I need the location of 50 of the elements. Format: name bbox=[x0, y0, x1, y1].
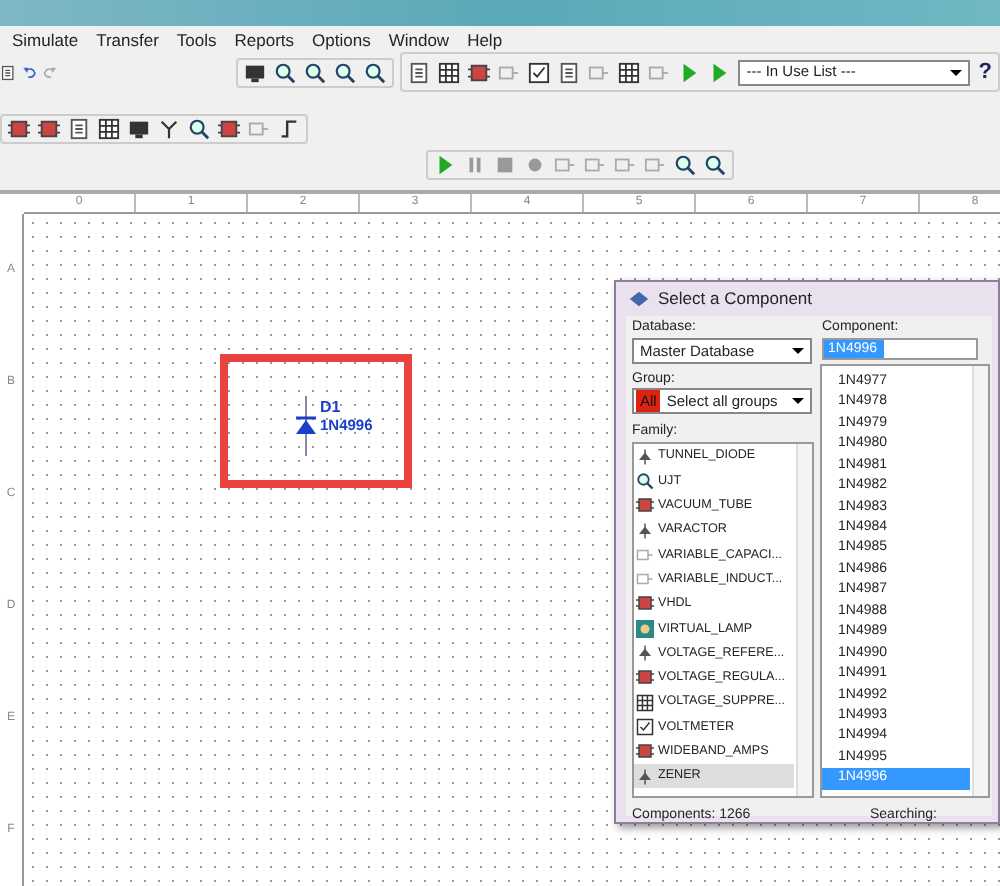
menu-item[interactable]: Tools bbox=[176, 27, 217, 53]
component-icon bbox=[628, 288, 650, 310]
arrow-icon[interactable] bbox=[678, 61, 701, 83]
antenna-icon[interactable] bbox=[158, 117, 180, 139]
grid-icon[interactable] bbox=[98, 117, 120, 139]
monitor-icon[interactable] bbox=[244, 61, 267, 83]
monitor-icon[interactable] bbox=[128, 117, 150, 139]
chip-icon bbox=[636, 742, 654, 761]
diode-icon bbox=[636, 521, 654, 540]
help-button[interactable]: ? bbox=[978, 55, 992, 89]
doc-icon[interactable] bbox=[68, 117, 90, 139]
zoom-icon[interactable] bbox=[304, 61, 327, 83]
diode-icon bbox=[636, 644, 654, 663]
menu-item[interactable]: Simulate bbox=[12, 27, 79, 53]
diode-icon bbox=[636, 447, 654, 466]
menu-item[interactable]: Reports bbox=[234, 27, 295, 53]
dialog-title: Select a Component bbox=[658, 286, 813, 312]
chip-icon[interactable] bbox=[38, 117, 60, 139]
chip-icon bbox=[636, 594, 654, 613]
grid-icon[interactable] bbox=[618, 61, 641, 83]
doc-icon[interactable] bbox=[558, 61, 581, 83]
zoom-icon[interactable] bbox=[704, 153, 726, 175]
play-icon[interactable] bbox=[434, 153, 456, 175]
scrollbar[interactable] bbox=[796, 444, 812, 796]
chip-icon[interactable] bbox=[8, 117, 30, 139]
menu-item[interactable]: Transfer bbox=[96, 27, 159, 53]
doc-icon[interactable] bbox=[0, 61, 16, 83]
diode-icon bbox=[636, 767, 654, 785]
zoom-icon[interactable] bbox=[274, 61, 297, 83]
menu-item[interactable]: Window bbox=[388, 27, 450, 53]
arrow-icon[interactable] bbox=[708, 61, 731, 83]
menu-item[interactable]: Help bbox=[467, 27, 503, 53]
zoom-icon[interactable] bbox=[364, 61, 387, 83]
doc-icon[interactable] bbox=[408, 61, 431, 83]
lamp-icon bbox=[636, 619, 654, 638]
component-reference: D1 bbox=[320, 400, 341, 416]
scrollbar[interactable] bbox=[972, 366, 988, 796]
chip-icon bbox=[636, 668, 654, 687]
zoom-icon[interactable] bbox=[188, 117, 210, 139]
grid-icon[interactable] bbox=[438, 61, 461, 83]
chip-icon[interactable] bbox=[468, 61, 491, 83]
caret-icon bbox=[950, 69, 963, 81]
zoom-icon bbox=[636, 471, 654, 490]
zoom-icon[interactable] bbox=[674, 153, 696, 175]
chip-icon bbox=[636, 496, 654, 515]
diode-symbol[interactable] bbox=[296, 396, 316, 456]
menu-item[interactable]: Options bbox=[312, 27, 371, 53]
pulse-icon[interactable] bbox=[278, 117, 300, 139]
chip-icon[interactable] bbox=[218, 117, 240, 139]
zoom-icon[interactable] bbox=[334, 61, 357, 83]
